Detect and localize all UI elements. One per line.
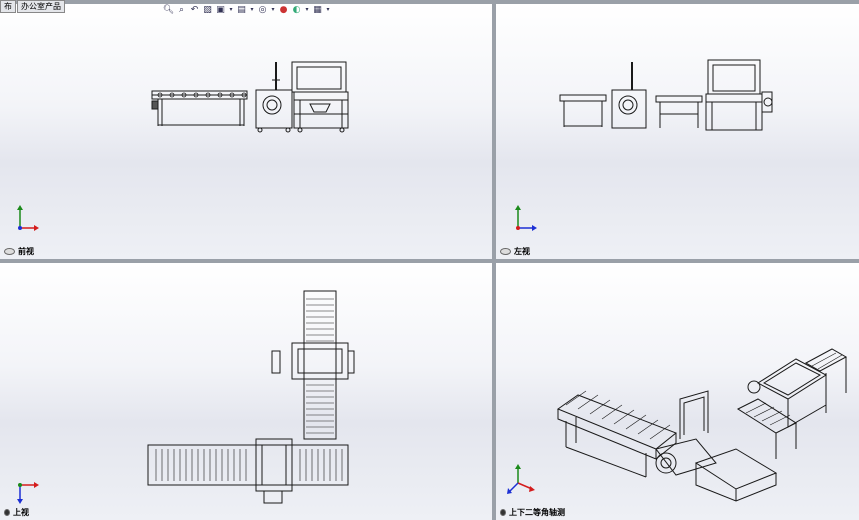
- view-settings-icon[interactable]: ▦: [312, 4, 323, 15]
- front-view-model: [151, 61, 349, 133]
- eye-icon[interactable]: [4, 509, 10, 516]
- display-style-icon[interactable]: ▤: [236, 4, 247, 15]
- view-name: 前视: [18, 247, 34, 256]
- view-name: 左视: [514, 247, 530, 256]
- chevron-down-icon[interactable]: ▾: [228, 4, 234, 15]
- axis-triad-icon: [17, 482, 39, 504]
- eye-icon[interactable]: [500, 248, 511, 255]
- view-orientation-icon[interactable]: ▣: [215, 4, 226, 15]
- viewport-isometric[interactable]: 上下二等角轴测: [496, 263, 859, 520]
- chevron-down-icon[interactable]: ▾: [270, 4, 276, 15]
- chevron-down-icon[interactable]: ▾: [325, 4, 331, 15]
- section-view-icon[interactable]: ▧: [202, 4, 213, 15]
- coordinate-triad: [14, 475, 44, 509]
- zoom-to-fit-icon[interactable]: 🔍︎: [163, 4, 174, 15]
- viewport-label-isometric: 上下二等角轴测: [500, 507, 565, 518]
- isometric-view-model: [556, 348, 848, 502]
- coordinate-triad: [506, 463, 540, 501]
- viewport-front[interactable]: 前视: [0, 4, 492, 259]
- viewport-label-front: 前视: [4, 246, 34, 257]
- zoom-area-icon[interactable]: ⌕: [176, 4, 187, 15]
- document-tab[interactable]: 布: [0, 0, 16, 13]
- left-view-model: [559, 59, 773, 131]
- axis-triad-icon: [515, 205, 537, 231]
- top-view-model: [147, 290, 355, 504]
- viewport-label-top: 上视: [4, 507, 29, 518]
- edit-appearance-icon[interactable]: ●: [278, 4, 289, 15]
- view-name: 上下二等角轴测: [509, 508, 565, 517]
- viewport-top[interactable]: 上视: [0, 263, 492, 520]
- eye-icon[interactable]: [500, 509, 506, 516]
- axis-triad-icon: [17, 205, 39, 231]
- chevron-down-icon[interactable]: ▾: [249, 4, 255, 15]
- heads-up-view-toolbar: 🔍︎ ⌕ ↶ ▧ ▣ ▾ ▤ ▾ ◎ ▾ ● ◐ ▾ ▦ ▾: [163, 4, 331, 15]
- coordinate-triad: [14, 204, 44, 238]
- viewport-left[interactable]: 左视: [496, 4, 859, 259]
- document-tab-office-products[interactable]: 办公室产品: [17, 0, 65, 13]
- eye-icon[interactable]: [4, 248, 15, 255]
- chevron-down-icon[interactable]: ▾: [304, 4, 310, 15]
- apply-scene-icon[interactable]: ◐: [291, 4, 302, 15]
- view-name: 上视: [13, 508, 29, 517]
- axis-triad-icon: [507, 464, 535, 494]
- coordinate-triad: [510, 204, 540, 238]
- previous-view-icon[interactable]: ↶: [189, 4, 200, 15]
- viewport-label-left: 左视: [500, 246, 530, 257]
- hide-show-items-icon[interactable]: ◎: [257, 4, 268, 15]
- document-tabs: 布 办公室产品: [0, 0, 65, 13]
